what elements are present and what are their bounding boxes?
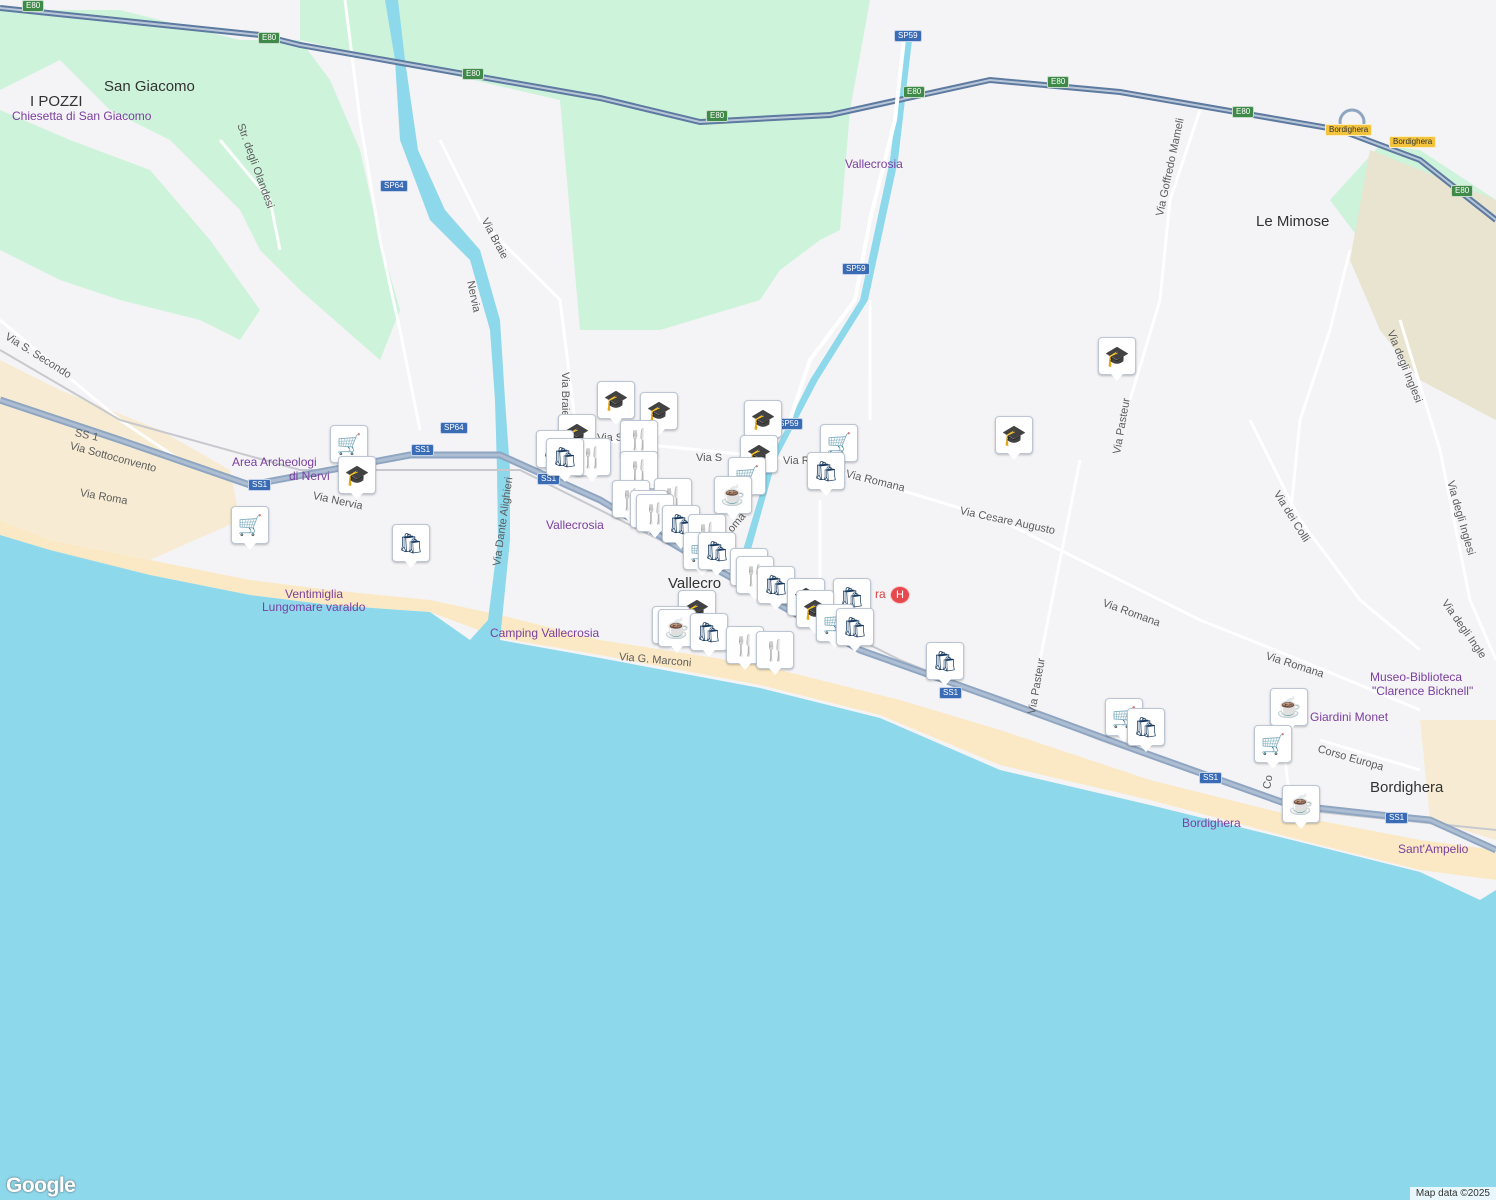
- poi-label[interactable]: Ventimiglia: [285, 587, 343, 601]
- coffee-icon: ☕: [1288, 793, 1314, 816]
- coffee-marker[interactable]: ☕: [1270, 688, 1308, 732]
- cart-marker[interactable]: 🛒: [231, 506, 269, 550]
- route-shield: SS1: [1385, 812, 1409, 824]
- route-shield: SS1: [939, 687, 963, 699]
- coffee-icon: ☕: [1276, 696, 1302, 719]
- shop-icon: 🛍: [704, 540, 730, 563]
- restaurant-icon: 🍴: [732, 634, 758, 657]
- school-icon: 🎓: [1104, 345, 1130, 368]
- route-shield: E80: [462, 68, 485, 80]
- restaurant-icon: 🍴: [626, 459, 652, 482]
- route-shield: E80: [22, 0, 45, 12]
- poi-label[interactable]: Museo-Biblioteca: [1370, 670, 1462, 684]
- coffee-icon: ☕: [664, 617, 690, 640]
- route-shield: E80: [1451, 185, 1474, 197]
- school-marker[interactable]: 🎓: [995, 416, 1033, 460]
- poi-label[interactable]: Giardini Monet: [1310, 710, 1388, 724]
- road-label: Via Braie: [559, 372, 571, 417]
- poi-label[interactable]: di Nervi: [289, 469, 330, 483]
- school-icon: 🎓: [344, 464, 370, 487]
- shop-marker[interactable]: 🛍: [807, 452, 845, 496]
- route-shield: SS1: [1199, 772, 1223, 784]
- poi-label[interactable]: Area Archeologi: [232, 455, 317, 469]
- school-marker[interactable]: 🎓: [597, 381, 635, 425]
- route-shield: SP64: [440, 422, 468, 434]
- school-icon: 🎓: [750, 408, 776, 431]
- route-shield: E80: [258, 32, 281, 44]
- road-label: Via R: [783, 455, 810, 467]
- coffee-marker[interactable]: ☕: [714, 476, 752, 520]
- shop-icon: 🛍: [813, 460, 839, 483]
- shop-marker[interactable]: 🛍: [546, 438, 584, 482]
- shop-marker[interactable]: 🛍: [392, 524, 430, 568]
- hospital-icon[interactable]: H: [890, 586, 910, 604]
- shop-marker[interactable]: 🛍: [1127, 708, 1165, 752]
- road-label: Co: [1261, 774, 1276, 791]
- route-shield: SP59: [894, 30, 922, 42]
- road-label: Via S: [696, 452, 723, 464]
- shop-icon: 🛍: [696, 621, 722, 644]
- route-shield: SS1: [411, 444, 435, 456]
- school-marker[interactable]: 🎓: [338, 456, 376, 500]
- grocery-icon: 🛒: [336, 433, 362, 456]
- cart-marker[interactable]: 🛒: [1254, 725, 1292, 769]
- route-shield: E80: [706, 110, 729, 122]
- route-shield: E80: [1047, 76, 1070, 88]
- route-shield: Bordighera: [1325, 124, 1373, 136]
- shop-marker[interactable]: 🛍: [690, 613, 728, 657]
- route-shield: SP59: [842, 263, 870, 275]
- poi-label[interactable]: Bordighera: [1182, 816, 1241, 830]
- restaurant-marker[interactable]: 🍴: [756, 631, 794, 675]
- cart-icon: 🛒: [1260, 733, 1286, 756]
- map-attribution[interactable]: Map data ©2025: [1409, 1187, 1496, 1200]
- restaurant-icon: 🍴: [762, 639, 788, 662]
- route-shield: E80: [903, 86, 926, 98]
- poi-label[interactable]: Chiesetta di San Giacomo: [12, 109, 151, 123]
- coffee-marker[interactable]: ☕: [1282, 785, 1320, 829]
- coffee-icon: ☕: [720, 484, 746, 507]
- shop-icon: 🛍: [842, 616, 868, 639]
- cart-icon: 🛒: [237, 514, 263, 537]
- shop-icon: 🛍: [552, 446, 578, 469]
- school-icon: 🎓: [603, 389, 629, 412]
- poi-label[interactable]: Sant'Ampelio: [1398, 842, 1468, 856]
- school-marker[interactable]: 🎓: [1098, 337, 1136, 381]
- shop-marker[interactable]: 🛍: [836, 608, 874, 652]
- hospital-label[interactable]: ra: [875, 587, 886, 601]
- school-icon: 🎓: [1001, 424, 1027, 447]
- route-shield: SS1: [248, 479, 272, 491]
- route-shield: Bordighera: [1389, 136, 1437, 148]
- poi-label[interactable]: Lungomare varaldo: [262, 600, 365, 614]
- shop-icon: 🛍: [763, 574, 789, 597]
- school-marker[interactable]: 🎓: [744, 400, 782, 444]
- google-logo: Google: [6, 1174, 76, 1197]
- map-canvas[interactable]: [0, 0, 1496, 1200]
- place-label: Bordighera: [1370, 779, 1444, 796]
- shop-icon: 🛍: [398, 532, 424, 555]
- place-label: San Giacomo: [104, 78, 195, 95]
- restaurant-icon: 🍴: [626, 428, 652, 451]
- poi-label[interactable]: Vallecrosia: [845, 157, 903, 171]
- route-shield: SP64: [380, 180, 408, 192]
- shop-icon: 🛍: [932, 650, 958, 673]
- shop-marker[interactable]: 🛍: [926, 642, 964, 686]
- place-label: Le Mimose: [1256, 213, 1330, 230]
- route-shield: E80: [1232, 106, 1255, 118]
- poi-label[interactable]: Vallecrosia: [546, 518, 604, 532]
- poi-label[interactable]: Camping Vallecrosia: [490, 626, 599, 640]
- shop-icon: 🛍: [1133, 716, 1159, 739]
- poi-label[interactable]: "Clarence Bicknell": [1372, 684, 1473, 698]
- place-label: I POZZI: [30, 93, 83, 110]
